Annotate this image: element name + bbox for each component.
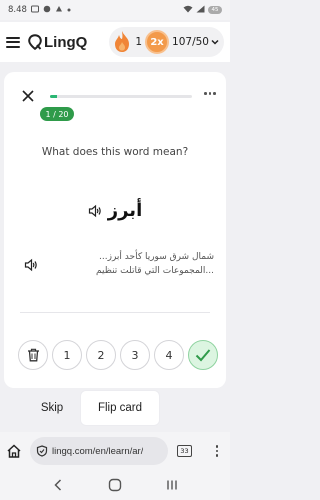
flashcard: 1 / 20 What does this word mean? أبرز شم… <box>4 72 226 388</box>
url-text: lingq.com/en/learn/ar/ <box>52 445 144 457</box>
rating-row: 1 2 3 4 <box>18 340 222 370</box>
close-icon[interactable] <box>22 90 34 102</box>
address-bar[interactable]: lingq.com/en/learn/ar/ <box>30 437 168 465</box>
status-bar: 8.48 45 <box>0 0 230 20</box>
ignore-button[interactable] <box>18 340 48 370</box>
flip-card-button[interactable]: Flip card <box>80 390 160 426</box>
example-line-1: شمال شرق سوريا كأحد أبرز... <box>99 252 214 262</box>
back-icon[interactable] <box>51 478 65 492</box>
trash-icon <box>27 348 39 362</box>
home-nav-icon[interactable] <box>108 478 122 492</box>
logo-pin-icon <box>28 34 42 50</box>
streak-count: 1 <box>135 36 143 48</box>
rating-button-1[interactable]: 1 <box>52 340 82 370</box>
battery-icon: 45 <box>208 6 222 14</box>
multiplier-badge: 2x <box>145 30 170 54</box>
example-sentence: شمال شرق سوريا كأحد أبرز... ...المجموعات… <box>38 250 214 278</box>
stats-pill[interactable]: 1 2x 107/50 <box>109 27 224 57</box>
system-nav-bar <box>0 470 230 500</box>
menu-icon[interactable] <box>6 36 20 48</box>
tabs-button[interactable]: 33 <box>177 445 192 457</box>
review-progress-bar <box>50 95 192 98</box>
site-info-icon[interactable] <box>36 445 48 457</box>
notification-icon <box>30 5 39 16</box>
flame-icon <box>115 31 130 52</box>
chevron-down-icon <box>211 39 219 45</box>
browser-toolbar: lingq.com/en/learn/ar/ 33 <box>0 432 230 470</box>
daily-progress: 107/50 <box>172 36 209 48</box>
status-left: 8.48 <box>8 5 71 16</box>
known-button[interactable] <box>188 340 218 370</box>
status-time: 8.48 <box>8 5 27 15</box>
browser-menu-icon[interactable] <box>215 445 218 457</box>
app-header: LingQ 1 2x 107/50 <box>0 22 230 62</box>
messenger-icon <box>43 5 51 16</box>
term-row: أبرز <box>4 200 226 221</box>
speaker-icon[interactable] <box>88 204 102 218</box>
example-line-2: ...المجموعات التي قاتلت تنظيم <box>96 266 214 276</box>
rating-button-3[interactable]: 3 <box>120 340 150 370</box>
logo-text: LingQ <box>44 33 88 51</box>
status-right: 45 <box>183 5 222 16</box>
lingq-logo[interactable]: LingQ <box>28 34 87 51</box>
example-speaker-icon[interactable] <box>24 258 38 272</box>
review-progress-fill <box>50 95 58 98</box>
question-text: What does this word mean? <box>41 146 189 158</box>
skip-button[interactable]: Skip <box>26 390 78 426</box>
rating-button-4[interactable]: 4 <box>154 340 184 370</box>
more-options-icon[interactable] <box>204 92 216 95</box>
check-icon <box>195 349 211 362</box>
example-sentence-row: شمال شرق سوريا كأحد أبرز... ...المجموعات… <box>24 250 214 278</box>
rating-button-2[interactable]: 2 <box>86 340 116 370</box>
recents-icon[interactable] <box>165 478 179 492</box>
home-icon[interactable] <box>6 443 22 459</box>
term-word: أبرز <box>107 200 143 221</box>
card-counter: 1 / 20 <box>40 107 74 121</box>
dot-icon <box>67 5 71 15</box>
divider <box>20 312 210 313</box>
signal-icon <box>196 5 205 16</box>
wifi-icon <box>183 5 193 16</box>
alert-icon <box>55 5 63 16</box>
